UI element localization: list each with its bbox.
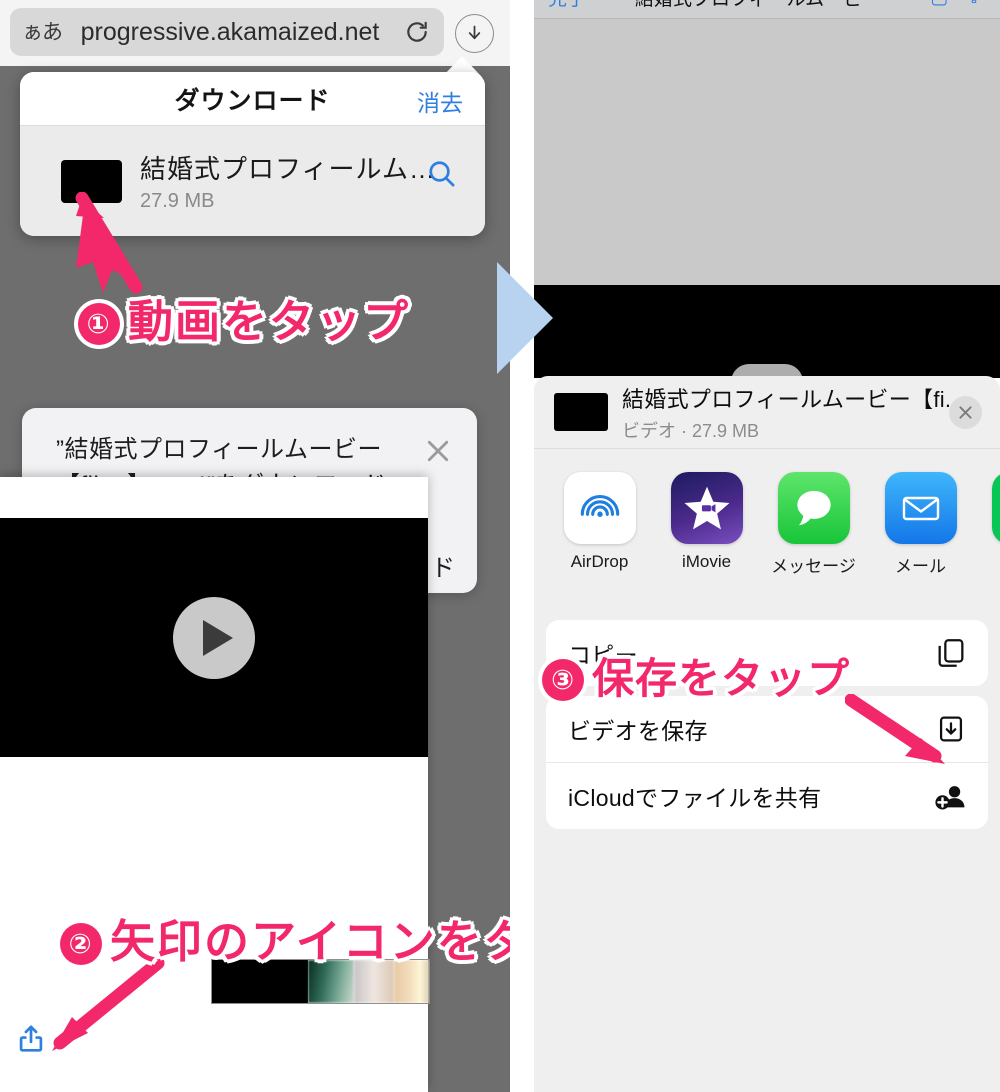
quicklook-toolbar: 完了 結婚式プロフィールムービー ▢ ⇪ <box>534 0 1000 19</box>
airdrop-icon <box>563 472 636 544</box>
done-button[interactable]: 完了 <box>548 0 586 11</box>
annotation-step-3: ③ 保存をタップ <box>542 645 850 706</box>
share-person-icon <box>934 779 968 813</box>
preview-background <box>534 19 1000 287</box>
downloads-button[interactable] <box>455 14 494 53</box>
share-app-label: メッセージ <box>771 557 856 576</box>
downloads-header: ダウンロード 消去 <box>20 72 485 125</box>
mail-envelope-icon <box>884 472 957 544</box>
share-app-airdrop[interactable]: AirDrop <box>546 472 653 572</box>
flow-arrow-connector <box>497 262 553 374</box>
video-thumbnail <box>554 393 608 431</box>
step-2-number: ② <box>60 923 102 965</box>
star-shape <box>684 486 729 530</box>
download-list-item[interactable]: 結婚式プロフィールム… 27.9 MB <box>20 125 485 236</box>
save-download-icon <box>934 712 968 746</box>
url-text: progressive.akamaized.net <box>80 17 380 46</box>
share-sheet: 結婚式プロフィールムービー【fi... ビデオ · 27.9 MB AirDro… <box>534 376 1000 1092</box>
share-app-label: AirDrop <box>570 552 629 571</box>
messages-bubble-icon <box>777 472 850 544</box>
screenshot-stage: ぁあ progressive.akamaized.net ダウンロード 消去 結… <box>0 0 1000 1092</box>
share-up-arrow-icon[interactable] <box>14 1022 48 1061</box>
action-label: iCloudでファイルを共有 <box>568 785 822 811</box>
right-screenshot: 完了 結婚式プロフィールムービー ▢ ⇪ 結婚式プロフィールムービー【fi...… <box>534 0 1000 1092</box>
close-x-icon[interactable] <box>423 436 453 471</box>
envelope-shape <box>902 496 939 521</box>
step-1-number: ① <box>78 303 120 345</box>
video-thumbnail <box>61 159 122 203</box>
share-app-label: iMovie <box>681 552 732 571</box>
downloads-popover: ダウンロード 消去 結婚式プロフィールム… 27.9 MB <box>20 72 485 236</box>
share-icon[interactable]: ⇪ <box>966 0 982 9</box>
step-3-number: ③ <box>542 659 584 701</box>
share-app-imovie[interactable]: iMovie <box>653 472 760 572</box>
folder-icon[interactable]: ▢ <box>930 0 948 9</box>
action-label: ビデオを保存 <box>568 718 708 744</box>
annotation-step-2: ②矢印のアイコンをタップ <box>60 905 510 970</box>
download-arrow-icon <box>468 25 481 40</box>
action-row-icloud-share[interactable]: iCloudでファイルを共有 <box>546 762 988 829</box>
reload-icon[interactable] <box>404 19 430 45</box>
share-app-mail[interactable]: メール <box>867 472 974 577</box>
share-file-subtitle: ビデオ · 27.9 MB <box>622 420 760 441</box>
imovie-star-icon <box>670 472 743 544</box>
step-1-text: 動画をタップ <box>128 296 411 347</box>
quicklook-title: 結婚式プロフィールムービー <box>586 0 930 11</box>
person-plus <box>935 786 965 810</box>
safari-toolbar: ぁあ progressive.akamaized.net <box>0 0 510 66</box>
downloads-title: ダウンロード <box>174 86 331 115</box>
download-file-name: 結婚式プロフィールム… <box>140 154 436 184</box>
step-2-text: 矢印のアイコンをタップ <box>110 916 510 967</box>
download-item-meta: 結婚式プロフィールム… 27.9 MB <box>140 149 436 213</box>
copy-icon <box>934 636 968 670</box>
toast-tail-text: ド <box>431 555 455 582</box>
play-button-icon[interactable] <box>173 596 255 679</box>
share-app-row: AirDrop iMovie メッセージ メール <box>534 472 1000 592</box>
address-bar[interactable]: ぁあ progressive.akamaized.net <box>10 8 444 56</box>
share-app-label: メール <box>895 557 946 576</box>
share-app-line[interactable] <box>974 472 1000 552</box>
line-icon <box>991 472 1000 544</box>
share-app-messages[interactable]: メッセージ <box>760 472 867 577</box>
share-file-meta: 結婚式プロフィールムービー【fi... ビデオ · 27.9 MB <box>622 382 964 443</box>
left-screenshot: ぁあ progressive.akamaized.net ダウンロード 消去 結… <box>0 0 510 1092</box>
share-sheet-header: 結婚式プロフィールムービー【fi... ビデオ · 27.9 MB <box>534 376 1000 449</box>
download-file-size: 27.9 MB <box>140 190 215 212</box>
magnifier-icon[interactable] <box>426 158 457 194</box>
clear-downloads-button[interactable]: 消去 <box>417 84 463 118</box>
annotation-step-1: ① 動画をタップ <box>78 285 410 350</box>
step-3-text: 保存をタップ <box>592 655 851 702</box>
quicklook-toolbar-row: 完了 結婚式プロフィールムービー ▢ ⇪ <box>534 0 1000 14</box>
play-triangle <box>202 619 233 656</box>
close-x-icon[interactable] <box>949 396 982 429</box>
action-card-save: ビデオを保存 iCloudでファイルを共有 <box>546 696 988 829</box>
share-file-title: 結婚式プロフィールムービー【fi... <box>622 386 965 412</box>
panel-gutter <box>510 0 534 1092</box>
speech-bubble <box>796 490 831 526</box>
video-player[interactable] <box>0 518 428 757</box>
